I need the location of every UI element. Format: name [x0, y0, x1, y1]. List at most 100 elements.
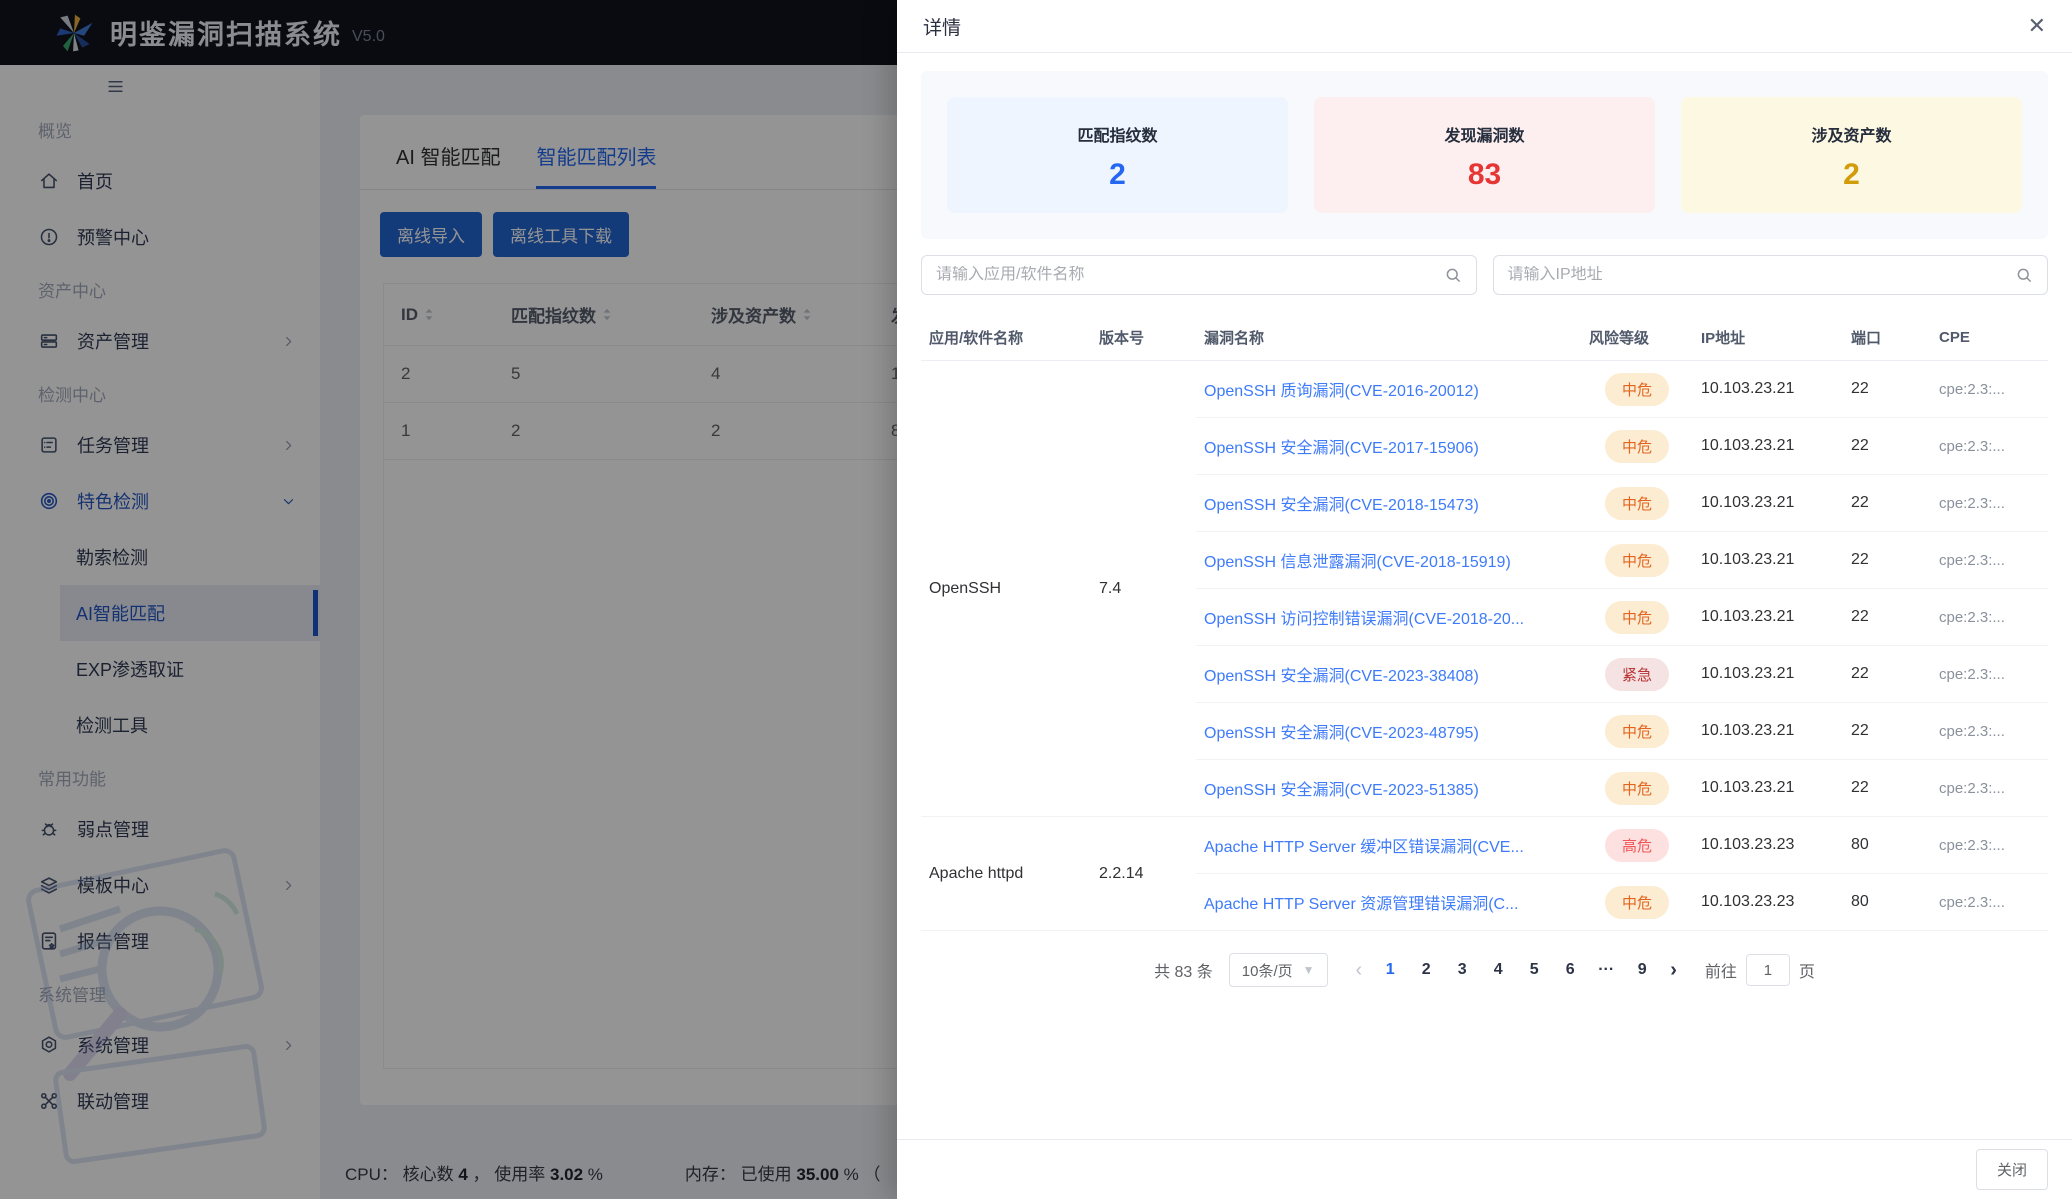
vulnerability-link[interactable]: OpenSSH 安全漏洞(CVE-2023-48795): [1204, 725, 1479, 742]
page-number[interactable]: 1: [1374, 954, 1406, 986]
vulnerability-link[interactable]: OpenSSH 安全漏洞(CVE-2023-38408): [1204, 668, 1479, 685]
cpe-cell: cpe:2.3:...: [1931, 702, 2048, 760]
page-number[interactable]: ···: [1590, 954, 1622, 986]
vulnerability-link[interactable]: Apache HTTP Server 缓冲区错误漏洞(CVE...: [1204, 839, 1524, 856]
port-cell: 80: [1843, 816, 1931, 874]
page-number[interactable]: 6: [1554, 954, 1586, 986]
modal-backdrop[interactable]: [0, 0, 897, 1199]
page-number[interactable]: 4: [1482, 954, 1514, 986]
vuln-name-cell: OpenSSH 安全漏洞(CVE-2018-15473): [1196, 474, 1581, 532]
risk-cell: 中危: [1581, 417, 1693, 475]
risk-badge: 中危: [1604, 771, 1669, 805]
stat-label: 涉及资产数: [1811, 128, 1892, 145]
page-number[interactable]: 2: [1410, 954, 1442, 986]
drawer-footer: 关闭: [897, 1139, 2072, 1199]
vulnerability-link[interactable]: OpenSSH 安全漏洞(CVE-2018-15473): [1204, 497, 1479, 514]
stat-card: 发现漏洞数 83: [1314, 97, 1655, 213]
total-count: 共 83 条: [1154, 964, 1213, 981]
column-header: 版本号: [1091, 315, 1196, 361]
column-header: CPE: [1931, 315, 2048, 361]
cpe-cell: cpe:2.3:...: [1931, 759, 2048, 817]
close-icon[interactable]: ✕: [2028, 15, 2046, 37]
vulnerability-link[interactable]: Apache HTTP Server 资源管理错误漏洞(C...: [1204, 896, 1518, 913]
ip-cell: 10.103.23.21: [1693, 702, 1843, 760]
cpe-cell: cpe:2.3:...: [1931, 417, 2048, 475]
vulnerability-link[interactable]: OpenSSH 信息泄露漏洞(CVE-2018-15919): [1204, 554, 1511, 571]
prev-page-button[interactable]: ‹: [1346, 959, 1373, 982]
vuln-name-cell: OpenSSH 访问控制错误漏洞(CVE-2018-20...: [1196, 588, 1581, 646]
app-name-cell: OpenSSH: [921, 360, 1091, 817]
ip-cell: 10.103.23.23: [1693, 816, 1843, 874]
goto-page: 前往页: [1705, 954, 1815, 986]
risk-cell: 中危: [1581, 474, 1693, 532]
risk-cell: 中危: [1581, 702, 1693, 760]
version-cell: 2.2.14: [1091, 816, 1196, 931]
port-cell: 22: [1843, 588, 1931, 646]
ip-search: [1492, 255, 2048, 295]
chevron-down-icon: ▼: [1302, 963, 1315, 977]
app-name-search: [921, 255, 1477, 295]
risk-cell: 中危: [1581, 531, 1693, 589]
risk-badge: 紧急: [1604, 657, 1669, 691]
risk-badge: 中危: [1604, 885, 1669, 919]
port-cell: 22: [1843, 417, 1931, 475]
column-header: 端口: [1843, 315, 1931, 361]
risk-cell: 高危: [1581, 816, 1693, 874]
ip-cell: 10.103.23.21: [1693, 360, 1843, 418]
risk-badge: 中危: [1604, 600, 1669, 634]
port-cell: 22: [1843, 759, 1931, 817]
ip-cell: 10.103.23.21: [1693, 759, 1843, 817]
table-row: Apache httpd 2.2.14 Apache HTTP Server 缓冲区…: [921, 816, 2048, 931]
table-row: OpenSSH 7.4 OpenSSH 质询漏洞(CVE-2016-20012) 中危…: [921, 360, 2048, 817]
app-name-search-input[interactable]: [936, 266, 1444, 284]
cpe-cell: cpe:2.3:...: [1931, 474, 2048, 532]
port-cell: 22: [1843, 360, 1931, 418]
next-page-button[interactable]: ›: [1660, 959, 1687, 982]
stat-card: 涉及资产数 2: [1681, 97, 2022, 213]
vulnerability-link[interactable]: OpenSSH 质询漏洞(CVE-2016-20012): [1204, 383, 1479, 400]
vulnerability-link[interactable]: OpenSSH 安全漏洞(CVE-2023-51385): [1204, 782, 1479, 799]
ip-cell: 10.103.23.21: [1693, 645, 1843, 703]
column-header: 风险等级: [1581, 315, 1693, 361]
version-cell: 7.4: [1091, 360, 1196, 817]
search-icon[interactable]: [1444, 266, 1462, 284]
drawer-body: 匹配指纹数 2 发现漏洞数 83 涉及资产数 2 应用/软件名称版本号漏洞名称风险等级IP…: [897, 53, 2072, 987]
port-cell: 80: [1843, 873, 1931, 931]
stat-value: 83: [1467, 158, 1502, 191]
ip-search-input[interactable]: [1507, 266, 2015, 284]
cpe-cell: cpe:2.3:...: [1931, 588, 2048, 646]
page-number[interactable]: 3: [1446, 954, 1478, 986]
vuln-name-cell: OpenSSH 安全漏洞(CVE-2023-38408): [1196, 645, 1581, 703]
search-icon[interactable]: [2015, 266, 2033, 284]
port-cell: 22: [1843, 645, 1931, 703]
close-button[interactable]: 关闭: [1975, 1149, 2048, 1190]
page-size-select[interactable]: 10条/页 ▼: [1228, 953, 1328, 987]
stat-label: 发现漏洞数: [1444, 128, 1525, 145]
vuln-name-cell: Apache HTTP Server 缓冲区错误漏洞(CVE...: [1196, 816, 1581, 874]
risk-badge: 中危: [1604, 486, 1669, 520]
column-header: 应用/软件名称: [921, 315, 1091, 361]
pagination: 共 83 条 10条/页▼ ‹123456···9› 前往页: [921, 953, 2048, 987]
risk-badge: 中危: [1604, 429, 1669, 463]
detail-drawer: 详情 ✕ 匹配指纹数 2 发现漏洞数 83 涉及资产数 2 应用/软件名称版本号漏洞名称风…: [897, 0, 2072, 1199]
cpe-cell: cpe:2.3:...: [1931, 645, 2048, 703]
app-name-cell: Apache httpd: [921, 816, 1091, 931]
port-cell: 22: [1843, 531, 1931, 589]
risk-badge: 高危: [1604, 828, 1669, 862]
ip-cell: 10.103.23.21: [1693, 474, 1843, 532]
vulnerability-link[interactable]: OpenSSH 安全漏洞(CVE-2017-15906): [1204, 440, 1479, 457]
stat-label: 匹配指纹数: [1077, 128, 1158, 145]
risk-badge: 中危: [1604, 543, 1669, 577]
stats-panel: 匹配指纹数 2 发现漏洞数 83 涉及资产数 2: [921, 71, 2048, 239]
vuln-name-cell: Apache HTTP Server 资源管理错误漏洞(C...: [1196, 873, 1581, 931]
vulnerability-link[interactable]: OpenSSH 访问控制错误漏洞(CVE-2018-20...: [1204, 611, 1524, 628]
risk-cell: 中危: [1581, 588, 1693, 646]
cpe-cell: cpe:2.3:...: [1931, 360, 2048, 418]
risk-badge: 中危: [1604, 372, 1669, 406]
column-header: 漏洞名称: [1196, 315, 1581, 361]
page-number[interactable]: 5: [1518, 954, 1550, 986]
risk-cell: 中危: [1581, 759, 1693, 817]
goto-page-input[interactable]: [1745, 954, 1790, 986]
page-number[interactable]: 9: [1626, 954, 1658, 986]
vuln-name-cell: OpenSSH 信息泄露漏洞(CVE-2018-15919): [1196, 531, 1581, 589]
